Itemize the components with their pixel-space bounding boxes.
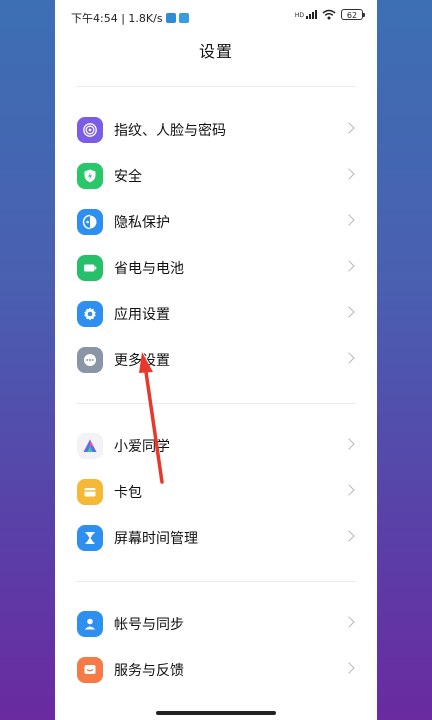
chevron-right-icon	[343, 616, 355, 628]
battery-icon: 62	[341, 9, 365, 20]
chevron-right-icon	[343, 438, 355, 450]
settings-item-label: 卡包	[114, 485, 142, 501]
status-right: HD 62	[295, 9, 365, 20]
feedback-icon	[77, 657, 103, 683]
wifi-icon	[322, 9, 336, 20]
settings-item-account-sync[interactable]: 帐号与同步	[55, 601, 377, 647]
gear-icon	[77, 301, 103, 327]
divider	[76, 403, 356, 404]
battery-icon	[77, 255, 103, 281]
signal-icon: HD	[295, 10, 317, 19]
settings-item-label: 应用设置	[114, 307, 170, 323]
chevron-right-icon	[343, 352, 355, 364]
notification-icon	[165, 13, 176, 23]
settings-item-fingerprint-face-password[interactable]: 指纹、人脸与密码	[55, 107, 377, 153]
hourglass-icon	[77, 525, 103, 551]
notification-icon-2	[178, 13, 189, 23]
settings-item-more-settings[interactable]: 更多设置	[55, 337, 377, 383]
status-bar: 下午4:54 | 1.8K/s HD 62	[55, 0, 377, 34]
settings-screen: 下午4:54 | 1.8K/s HD 62 设置 指纹、人脸与密码 安全 隐私保…	[55, 0, 377, 720]
settings-item-app-settings[interactable]: 应用设置	[55, 291, 377, 337]
chevron-right-icon	[343, 662, 355, 674]
wallet-icon	[77, 479, 103, 505]
divider	[76, 581, 356, 582]
hd-tag: HD	[294, 12, 304, 19]
shield-icon	[77, 163, 103, 189]
home-indicator[interactable]	[156, 711, 276, 715]
chevron-right-icon	[343, 122, 355, 134]
chevron-right-icon	[343, 530, 355, 542]
page-title: 设置	[198, 42, 233, 61]
settings-item-label: 帐号与同步	[114, 617, 184, 633]
settings-item-label: 小爱同学	[114, 439, 170, 455]
chevron-right-icon	[343, 260, 355, 272]
privacy-icon	[77, 209, 103, 235]
settings-item-label: 更多设置	[114, 353, 170, 369]
settings-item-label: 隐私保护	[114, 215, 170, 231]
more-icon	[77, 347, 103, 373]
settings-item-screen-time[interactable]: 屏幕时间管理	[55, 515, 377, 561]
settings-item-label: 屏幕时间管理	[114, 531, 198, 547]
chevron-right-icon	[343, 168, 355, 180]
settings-item-xiaoai[interactable]: 小爱同学	[55, 423, 377, 469]
settings-item-label: 指纹、人脸与密码	[114, 123, 226, 139]
chevron-right-icon	[343, 484, 355, 496]
status-time-speed: 下午4:54 | 1.8K/s	[71, 12, 163, 25]
settings-item-label: 服务与反馈	[114, 663, 184, 679]
status-left: 下午4:54 | 1.8K/s	[71, 10, 189, 26]
xiaoai-icon	[77, 433, 103, 459]
settings-item-security[interactable]: 安全	[55, 153, 377, 199]
settings-item-wallet[interactable]: 卡包	[55, 469, 377, 515]
settings-item-label: 省电与电池	[114, 261, 184, 277]
settings-item-label: 安全	[114, 169, 142, 185]
chevron-right-icon	[343, 214, 355, 226]
fingerprint-icon	[77, 117, 103, 143]
settings-item-service-feedback[interactable]: 服务与反馈	[55, 647, 377, 693]
account-icon	[77, 611, 103, 637]
chevron-right-icon	[343, 306, 355, 318]
settings-item-privacy[interactable]: 隐私保护	[55, 199, 377, 245]
divider	[76, 86, 356, 87]
settings-item-power-battery[interactable]: 省电与电池	[55, 245, 377, 291]
